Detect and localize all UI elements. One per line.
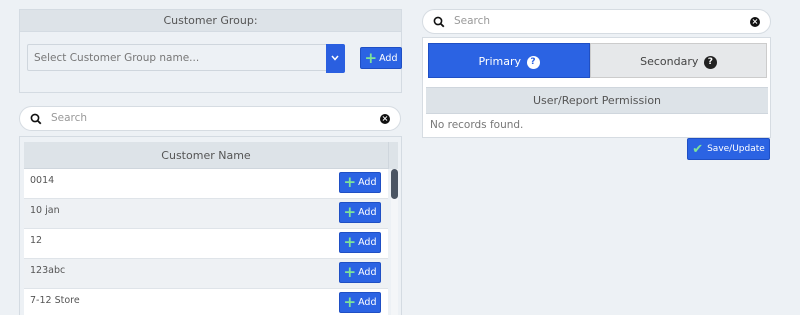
plus-icon: + (343, 203, 357, 221)
customer-name: 123abc (30, 265, 66, 276)
add-customer-button[interactable]: + Add (339, 292, 381, 313)
table-scrollbar-thumb[interactable] (391, 169, 398, 199)
clear-search-icon[interactable]: × (380, 114, 390, 124)
customer-name: 0014 (30, 175, 55, 186)
customer-search-input[interactable]: Search (51, 107, 87, 130)
customer-group-select-placeholder: Select Customer Group name... (34, 52, 200, 64)
plus-icon: + (343, 263, 357, 281)
table-row: 123abc + Add (24, 259, 388, 289)
permission-column-header: User/Report Permission (426, 87, 768, 114)
tab-primary-label: Primary (478, 55, 521, 68)
search-icon (433, 16, 445, 28)
add-customer-label: Add (358, 297, 377, 308)
clear-search-icon[interactable]: × (750, 17, 760, 27)
add-customer-label: Add (358, 267, 377, 278)
add-customer-group-label: Add (379, 52, 398, 64)
save-update-button[interactable]: ✔ Save/Update (687, 138, 770, 160)
permission-search-field[interactable]: Search × (422, 9, 771, 34)
table-row: 12 + Add (24, 229, 388, 259)
table-row: 0014 + Add (24, 169, 388, 199)
plus-icon: + (343, 173, 357, 191)
customer-search-field[interactable]: Search × (19, 106, 401, 131)
table-row: 10 jan + Add (24, 199, 388, 229)
customer-group-header: Customer Group: (20, 10, 401, 32)
plus-icon: + (343, 293, 357, 311)
tab-primary[interactable]: Primary ? (428, 43, 590, 78)
table-header-spacer (388, 142, 398, 169)
add-customer-button[interactable]: + Add (339, 202, 381, 223)
help-icon[interactable]: ? (703, 56, 717, 69)
customer-name-column-header: Customer Name (24, 142, 388, 169)
permissions-panel: Primary ? Secondary ? User/Report Permis… (422, 37, 771, 138)
customer-group-panel: Customer Group: Select Customer Group na… (19, 9, 402, 93)
customer-table: Customer Name 0014 + Add 10 jan + Add 12… (19, 136, 402, 315)
customer-name: 7-12 Store (30, 295, 80, 306)
tab-secondary-label: Secondary (640, 55, 699, 68)
add-customer-button[interactable]: + Add (339, 262, 381, 283)
add-customer-button[interactable]: + Add (339, 232, 381, 253)
add-customer-label: Add (358, 207, 377, 218)
permission-search-input[interactable]: Search (454, 10, 490, 33)
customer-name: 12 (30, 235, 43, 246)
save-update-label: Save/Update (707, 144, 765, 154)
table-row: 7-12 Store + Add (24, 289, 388, 315)
search-icon (30, 113, 42, 125)
chevron-down-icon[interactable] (326, 44, 345, 73)
add-customer-group-button[interactable]: + Add (360, 47, 402, 69)
add-customer-button[interactable]: + Add (339, 172, 381, 193)
plus-icon: + (364, 48, 378, 67)
add-customer-label: Add (358, 237, 377, 248)
tab-secondary[interactable]: Secondary ? (590, 43, 767, 78)
empty-state-text: No records found. (430, 119, 524, 131)
help-icon[interactable]: ? (526, 56, 540, 69)
customer-name: 10 jan (30, 205, 60, 216)
plus-icon: + (343, 233, 357, 251)
checkmark-icon: ✔ (692, 141, 704, 157)
add-customer-label: Add (358, 177, 377, 188)
customer-group-select[interactable]: Select Customer Group name... (27, 44, 345, 73)
